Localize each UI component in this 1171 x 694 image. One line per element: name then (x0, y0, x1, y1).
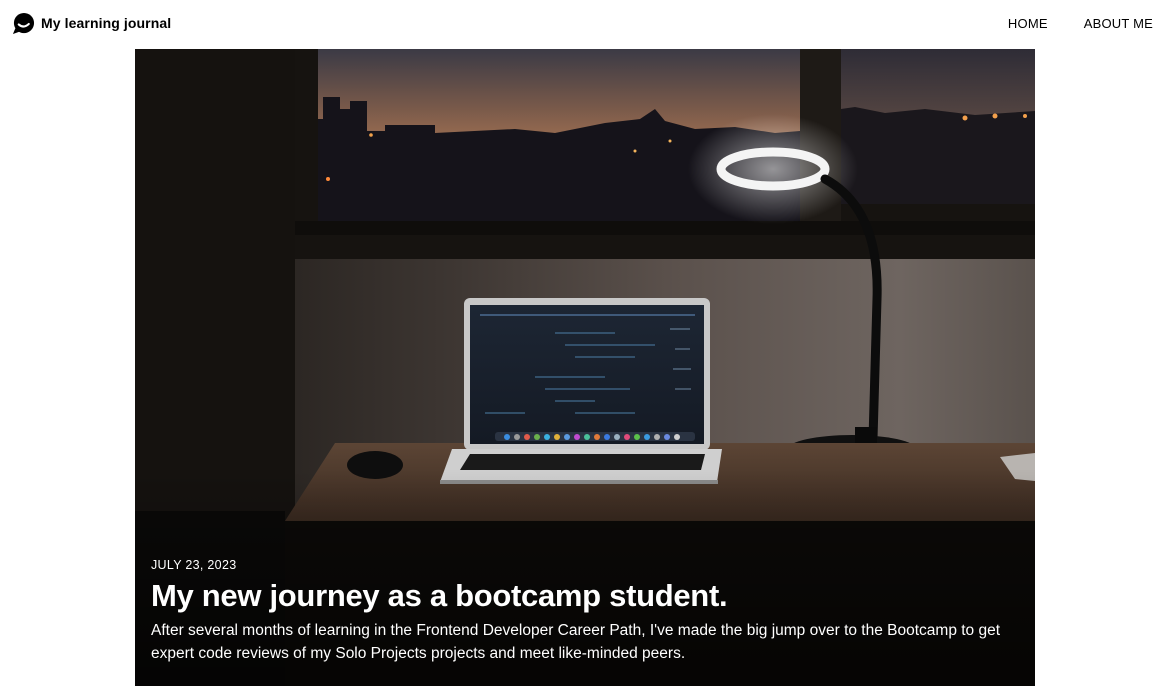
post-title[interactable]: My new journey as a bootcamp student. (151, 578, 1021, 614)
post-excerpt: After several months of learning in the … (151, 621, 1001, 662)
nav-home-link[interactable]: HOME (1008, 16, 1048, 31)
featured-post[interactable]: JULY 23, 2023 My new journey as a bootca… (135, 49, 1035, 686)
post-date: JULY 23, 2023 (151, 558, 237, 572)
chat-bubble-icon (12, 12, 35, 34)
main-nav: HOME ABOUT ME (1008, 16, 1153, 31)
brand-name: My learning journal (41, 15, 172, 31)
brand-link[interactable]: My learning journal (12, 12, 171, 35)
featured-post-text: JULY 23, 2023 My new journey as a bootca… (151, 558, 1021, 665)
site-header: My learning journal HOME ABOUT ME (0, 0, 1171, 46)
nav-about-link[interactable]: ABOUT ME (1084, 16, 1153, 31)
